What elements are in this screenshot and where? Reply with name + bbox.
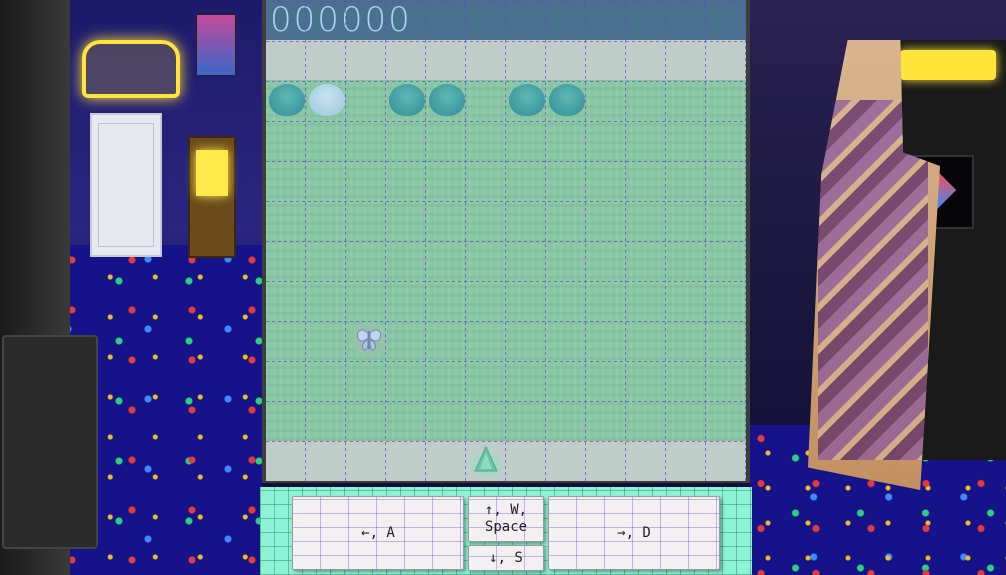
cabinet-marquee (900, 50, 996, 80)
safe-row-top (266, 40, 746, 80)
move-down-button[interactable]: ↓, S (468, 545, 544, 571)
arcade-room-left-background (0, 0, 262, 575)
door (90, 113, 162, 257)
enemy-teal (389, 84, 425, 116)
move-right-button[interactable]: →, D (548, 496, 720, 570)
game-frame: 000000 (262, 0, 750, 483)
poster (196, 14, 236, 76)
playfield[interactable]: 000000 (266, 0, 746, 481)
neon-sign (82, 40, 180, 98)
arcade-cabinet-small (188, 136, 236, 258)
player-ship-icon (469, 443, 503, 479)
score-bar: 000000 (266, 0, 746, 40)
grass-field (266, 80, 746, 441)
move-left-button[interactable]: ←, A (292, 496, 464, 570)
safe-row-bottom (266, 441, 746, 481)
score-display: 000000 (270, 0, 412, 40)
game-screen: 000000 ←, A ↑, W, Space ↓, S →, D (0, 0, 1006, 575)
move-up-button[interactable]: ↑, W, Space (468, 496, 544, 542)
enemy-teal (269, 84, 305, 116)
moth-icon (351, 322, 387, 356)
touch-controls: ←, A ↑, W, Space ↓, S →, D (260, 487, 752, 575)
enemy-teal (549, 84, 585, 116)
enemy-light (309, 84, 345, 116)
speaker-cabinet (2, 335, 98, 549)
arcade-room-right-background (750, 0, 1006, 575)
enemy-teal (429, 84, 465, 116)
enemy-teal (509, 84, 545, 116)
